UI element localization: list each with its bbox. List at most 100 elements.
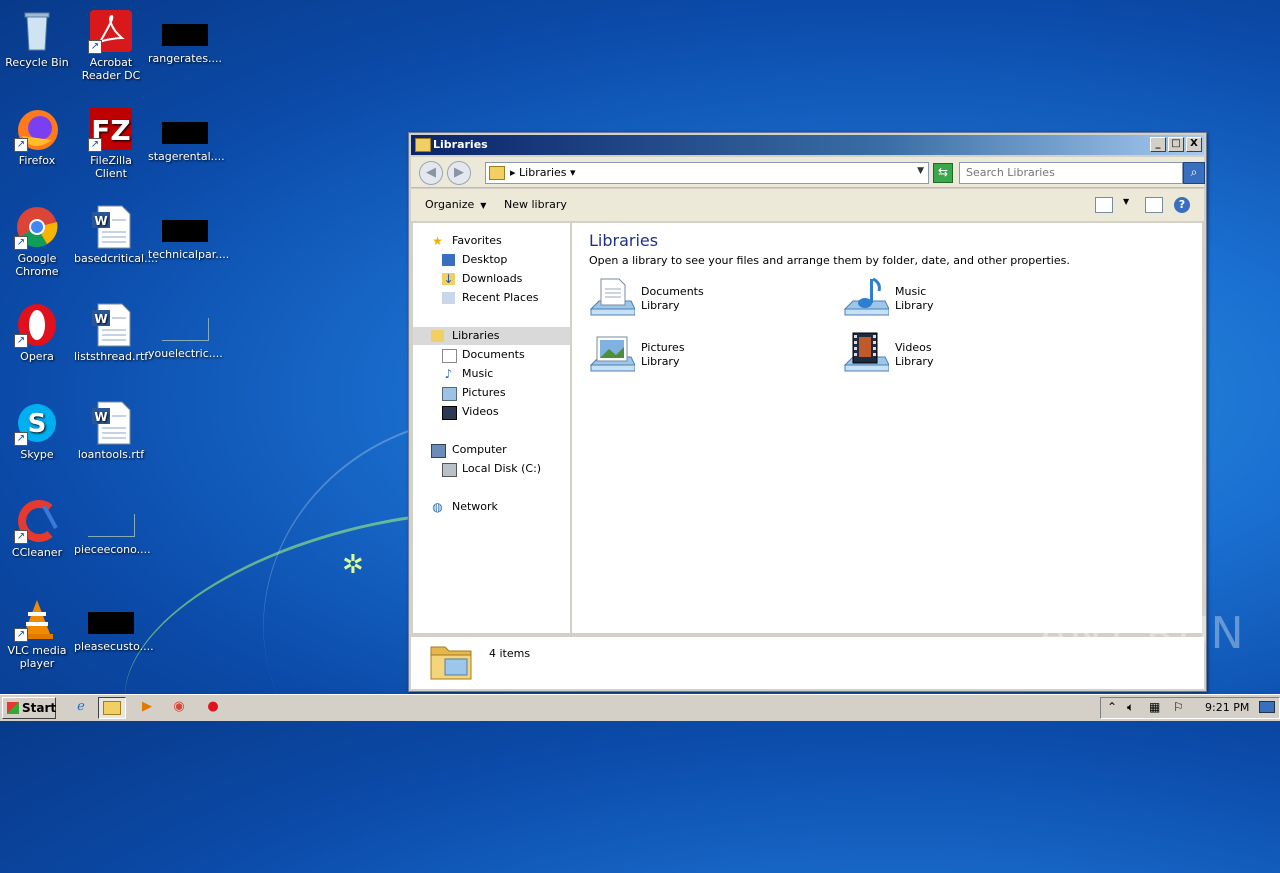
library-pictures[interactable]: Pictures Library: [589, 331, 829, 381]
view-options-chevron-icon[interactable]: ▼: [1123, 197, 1129, 206]
recycle-bin-icon: [14, 8, 60, 54]
nav-label: Desktop: [462, 253, 508, 266]
nav-computer[interactable]: Computer: [413, 441, 570, 459]
nav-label: Favorites: [452, 234, 502, 247]
media-player-icon[interactable]: ▶: [134, 697, 160, 717]
file-thumbnail: [88, 612, 134, 634]
desktop-icon-google-chrome[interactable]: ↗ Google Chrome: [0, 200, 74, 278]
desktop-icon-recycle-bin[interactable]: Recycle Bin: [0, 4, 74, 69]
back-arrow-icon[interactable]: ◀: [419, 161, 443, 185]
chrome-taskbar-icon[interactable]: ◉: [166, 697, 192, 717]
desktop-icon-label: Google Chrome: [15, 252, 59, 278]
breadcrumb[interactable]: ▸ Libraries ▾: [510, 166, 576, 179]
videos-icon: [442, 406, 457, 420]
documents-icon: [442, 349, 457, 363]
videos-library-icon: [843, 332, 889, 372]
address-dropdown-icon[interactable]: ▼: [917, 166, 924, 176]
start-label: Start: [22, 701, 57, 715]
desktop-icon-label: FileZilla Client: [90, 154, 132, 180]
word-document-icon: W: [88, 302, 134, 348]
desktop-icon-firefox[interactable]: ↗ Firefox: [0, 102, 74, 167]
desktop-icon-label: basedcritical....: [74, 252, 159, 265]
desktop-icon-pleasecusto[interactable]: pleasecusto....: [74, 592, 154, 653]
nav-recent-places[interactable]: Recent Places: [413, 289, 570, 307]
desktop-icon-label: stagerental....: [148, 150, 225, 163]
nav-label: Local Disk (C:): [462, 462, 542, 475]
desktop-icon-liststhread[interactable]: W liststhread.rtf: [74, 298, 148, 363]
pictures-library-icon: [589, 336, 635, 372]
desktop-icon-technicalpar[interactable]: technicalpar....: [148, 200, 229, 261]
nav-label: Network: [452, 500, 498, 513]
explorer-taskbar-icon[interactable]: [98, 697, 126, 719]
start-button[interactable]: Start: [2, 697, 56, 719]
network-status-icon[interactable]: ▦: [1149, 701, 1160, 713]
nav-desktop[interactable]: Desktop: [413, 251, 570, 269]
change-view-icon[interactable]: [1095, 197, 1113, 213]
desktop-icon-label: pieceecono....: [74, 543, 151, 556]
documents-library-icon: [589, 278, 635, 316]
search-icon[interactable]: ⌕: [1183, 162, 1205, 184]
maximize-button[interactable]: □: [1168, 137, 1184, 152]
nav-favorites[interactable]: ★ Favorites: [413, 232, 570, 250]
shortcut-arrow-icon: ↗: [14, 530, 28, 544]
show-hidden-icons-chevron-icon[interactable]: ⌃: [1107, 701, 1117, 713]
refresh-icon[interactable]: ⇆: [933, 163, 953, 183]
nav-music[interactable]: ♪ Music: [413, 365, 570, 383]
desktop-icon-opera[interactable]: ↗ Opera: [0, 298, 74, 363]
opera-taskbar-icon[interactable]: ●: [200, 697, 226, 717]
window-titlebar[interactable]: Libraries _ □ X: [411, 135, 1204, 155]
shortcut-arrow-icon: ↗: [14, 138, 28, 152]
pictures-icon: [442, 387, 457, 401]
internet-explorer-icon[interactable]: ℯ: [68, 697, 94, 717]
desktop-icon-loantools[interactable]: W loantools.rtf: [74, 396, 148, 461]
desktop-icon-youelectric[interactable]: youelectric....: [148, 298, 223, 360]
library-videos[interactable]: Videos Library: [843, 331, 1083, 381]
nav-documents[interactable]: Documents: [413, 346, 570, 364]
desktop-icon-filezilla[interactable]: FZ ↗ FileZilla Client: [74, 102, 148, 180]
preview-pane-icon[interactable]: [1145, 197, 1163, 213]
desktop-icon-skype[interactable]: S ↗ Skype: [0, 396, 74, 461]
window-title: Libraries: [433, 138, 488, 151]
nav-pictures[interactable]: Pictures: [413, 384, 570, 402]
nav-label: Computer: [452, 443, 507, 456]
close-button[interactable]: X: [1186, 137, 1202, 152]
star-icon: ★: [432, 234, 443, 248]
action-center-flag-icon[interactable]: ⚐: [1173, 701, 1184, 713]
forward-arrow-icon[interactable]: ▶: [447, 161, 471, 185]
volume-icon[interactable]: 🔈︎: [1127, 701, 1134, 713]
library-documents[interactable]: Documents Library: [589, 275, 829, 325]
search-box[interactable]: [959, 162, 1183, 184]
ccleaner-icon: ↗: [14, 498, 60, 544]
desktop-icon-rangerates[interactable]: rangerates....: [148, 4, 222, 65]
libraries-folder-icon: [415, 138, 431, 152]
library-music[interactable]: Music Library: [843, 275, 1083, 325]
minimize-button[interactable]: _: [1150, 137, 1166, 152]
desktop-icon-acrobat-reader[interactable]: ↗ Acrobat Reader DC: [74, 4, 148, 82]
breadcrumb-libraries[interactable]: Libraries: [519, 166, 567, 179]
word-document-icon: W: [88, 400, 134, 446]
desktop-icon-pieceecono[interactable]: pieceecono....: [74, 494, 151, 556]
nav-libraries[interactable]: Libraries: [413, 327, 570, 345]
svg-text:S: S: [28, 409, 47, 439]
nav-local-disk[interactable]: Local Disk (C:): [413, 460, 570, 478]
organize-button[interactable]: Organize ▼: [425, 198, 486, 211]
nav-downloads[interactable]: ↓ Downloads: [413, 270, 570, 288]
desktop-icon-vlc[interactable]: ↗ VLC media player: [0, 592, 74, 670]
nav-network[interactable]: ◍ Network: [413, 498, 570, 516]
file-thumbnail: [162, 220, 208, 242]
nav-label: Pictures: [462, 386, 506, 399]
nav-videos[interactable]: Videos: [413, 403, 570, 421]
firefox-icon: ↗: [14, 106, 60, 152]
organize-label: Organize: [425, 198, 475, 211]
search-input[interactable]: [960, 163, 1172, 181]
show-desktop-icon[interactable]: [1259, 701, 1275, 713]
desktop-icon-label: Opera: [20, 350, 54, 363]
library-name: Documents: [641, 285, 704, 298]
clock[interactable]: 9:21 PM: [1205, 701, 1249, 714]
address-bar[interactable]: ▸ Libraries ▾ ▼: [485, 162, 929, 184]
new-library-button[interactable]: New library: [504, 198, 567, 211]
help-icon[interactable]: ?: [1174, 197, 1190, 213]
desktop-icon-stagerental[interactable]: stagerental....: [148, 102, 225, 163]
desktop-icon-ccleaner[interactable]: ↗ CCleaner: [0, 494, 74, 559]
desktop-icon-basedcritical[interactable]: W basedcritical....: [74, 200, 159, 265]
